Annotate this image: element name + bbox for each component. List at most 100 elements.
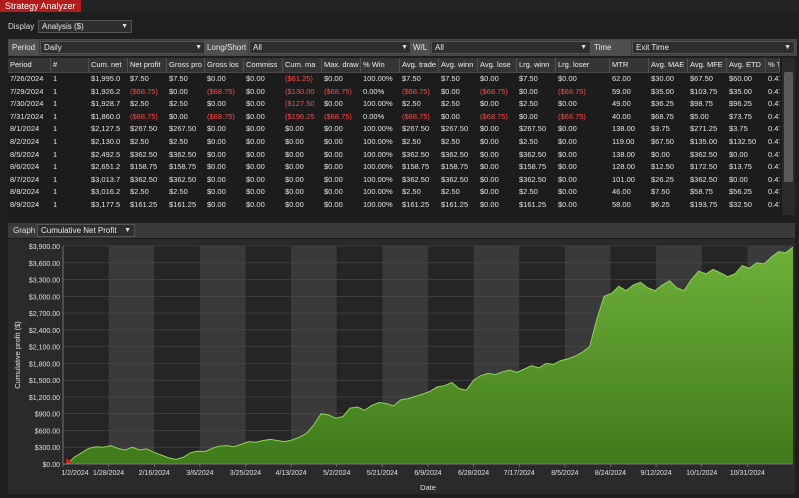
table-cell: $267.50: [441, 124, 469, 134]
table-row[interactable]: 7/31/2024 1 $1,860.0 ($68.75) $0.00 ($68.75) $…: [8, 111, 780, 124]
table-cell: $0.00: [246, 174, 265, 184]
column-header[interactable]: Cum. net: [89, 58, 128, 72]
timebase-select[interactable]: Exit Time ▼: [632, 41, 795, 54]
table-cell: ($68.75): [324, 111, 352, 121]
table-row[interactable]: 8/7/2024 1 $3,013.7 $362.50 $362.50 $0.00 $0.0…: [8, 174, 780, 187]
table-cell: $267.50: [519, 124, 547, 134]
column-header[interactable]: Period: [8, 58, 51, 72]
y-tick-label: $0.00: [42, 462, 60, 469]
column-header[interactable]: Avg. MAE: [649, 58, 688, 72]
table-cell: 100.00%: [363, 137, 393, 146]
column-header[interactable]: Lrg. winn: [517, 58, 556, 72]
column-header[interactable]: Gross pro: [167, 58, 205, 72]
table-row[interactable]: 8/2/2024 1 $2,130.0 $2.50 $2.50 $0.00 $0.00 $0.…: [8, 136, 780, 149]
column-header[interactable]: Avg. lose: [478, 58, 517, 72]
table-cell: $0.00: [480, 124, 499, 134]
table-cell: $0.00: [246, 162, 265, 172]
table-cell: $7.50: [651, 187, 670, 197]
column-header[interactable]: Gross los: [205, 58, 244, 72]
table-row[interactable]: 8/5/2024 1 $2,492.5 $362.50 $362.50 $0.00 $0.0…: [8, 149, 780, 162]
graph-select[interactable]: Cumulative Net Profit ▼: [37, 224, 135, 237]
table-cell: 100.00%: [363, 200, 393, 209]
table-cell: 100.00%: [363, 99, 393, 109]
column-header[interactable]: Avg. trade: [400, 58, 439, 72]
table-cell: $73.75: [729, 111, 752, 121]
table-row[interactable]: 8/9/2024 1 $3,177.5 $161.25 $161.25 $0.00 $0.0…: [8, 199, 780, 212]
table-cell: ($130.00: [285, 86, 315, 96]
table-cell: $362.50: [169, 149, 197, 159]
table-cell: 100.00%: [363, 149, 393, 159]
x-tick-label: 1/2/2024: [61, 470, 88, 477]
longshort-select[interactable]: All ▼: [249, 41, 412, 54]
tab-bar: Strategy Analyzer: [0, 0, 799, 12]
column-header[interactable]: Max. draw: [322, 58, 361, 72]
table-row[interactable]: 8/1/2024 1 $2,127.5 $267.50 $267.50 $0.00 $0.0…: [8, 123, 780, 136]
table-cell: ($61.25): [285, 74, 313, 83]
table-cell: $0.00: [324, 137, 343, 146]
table-cell: $1,860.0: [91, 111, 121, 121]
table-cell: $2.50: [441, 187, 460, 197]
table-cell: $362.50: [169, 174, 197, 184]
wl-select[interactable]: All ▼: [431, 41, 591, 54]
table-row[interactable]: 7/26/2024 1 $1,995.0 $7.50 $7.50 $0.00 $0.00 ($…: [8, 73, 780, 86]
table-cell: ($68.75): [207, 86, 235, 96]
table-cell: 1: [53, 149, 58, 159]
table-cell: $362.50: [519, 174, 547, 184]
table-cell: $0.00: [558, 99, 577, 109]
column-header[interactable]: #: [51, 58, 89, 72]
table-cell: $158.75: [519, 162, 547, 172]
x-tick-label: 8/5/2024: [551, 470, 578, 477]
table-cell: $172.50: [690, 162, 718, 172]
table-cell: $0.00: [480, 200, 499, 209]
chart-container: $0.00 $300.00 $600.00 $900.00 $1,200.00 $1,50…: [8, 239, 795, 494]
x-tick-label: 1/28/2024: [93, 470, 124, 477]
column-header[interactable]: Avg. ETD: [727, 58, 766, 72]
vertical-scrollbar[interactable]: [782, 58, 795, 215]
period-select-value: Daily: [44, 43, 62, 52]
table-cell: $362.50: [441, 149, 469, 159]
table-cell: $0.00: [285, 200, 304, 209]
table-cell: ($68.75): [130, 86, 158, 96]
table-cell: 1: [53, 111, 58, 121]
table-cell: $132.50: [729, 137, 757, 146]
table-cell: $3,177.5: [91, 200, 121, 209]
table-cell: $0.00: [207, 137, 226, 146]
period-label: Period: [9, 40, 39, 55]
table-cell: $56.25: [729, 187, 752, 197]
table-cell: 7/31/2024: [10, 111, 44, 121]
tab-strategy-analyzer[interactable]: Strategy Analyzer: [0, 0, 81, 12]
x-tick-label: 8/24/2024: [595, 470, 626, 477]
table-cell: 128.00: [612, 162, 635, 172]
column-header[interactable]: Avg. MFE: [688, 58, 727, 72]
column-header[interactable]: Cum. ma: [283, 58, 322, 72]
table-cell: $68.75: [651, 111, 674, 121]
filter-bar: Period Daily ▼ Long/Short All ▼ W/L All …: [8, 39, 797, 67]
table-cell: $0.00: [285, 174, 304, 184]
column-header[interactable]: Avg. winn: [439, 58, 478, 72]
column-header[interactable]: Net profit: [128, 58, 167, 72]
table-cell: $0.00: [729, 149, 748, 159]
table-row[interactable]: 8/6/2024 1 $2,651.2 $158.75 $158.75 $0.00 $0.0…: [8, 161, 780, 174]
table-row[interactable]: 7/29/2024 1 $1,926.2 ($68.75) $0.00 ($68.75) $…: [8, 86, 780, 99]
column-header[interactable]: % Win: [361, 58, 400, 72]
period-select[interactable]: Daily ▼: [40, 41, 206, 54]
table-cell: $0.00: [207, 124, 226, 134]
column-header[interactable]: % Trade: [766, 58, 780, 72]
table-row[interactable]: 8/8/2024 1 $3,016.2 $2.50 $2.50 $0.00 $0.00 $0.…: [8, 186, 780, 199]
table-row[interactable]: 7/30/2024 1 $1,928.7 $2.50 $2.50 $0.00 $0.00 ($…: [8, 98, 780, 111]
table-cell: $0.00: [246, 200, 265, 209]
column-header[interactable]: MTR: [610, 58, 649, 72]
table-cell: 59.00: [612, 86, 631, 96]
table-cell: 100.00%: [363, 124, 393, 134]
table-cell: $2.50: [402, 137, 421, 146]
display-select[interactable]: Analysis ($) ▼: [38, 20, 132, 33]
table-cell: $362.50: [690, 149, 718, 159]
column-header[interactable]: Commiss: [244, 58, 283, 72]
column-header[interactable]: Lrg. loser: [556, 58, 610, 72]
chevron-down-icon: ▼: [580, 44, 587, 51]
table-cell: $5.00: [690, 111, 709, 121]
table-cell: $0.00: [729, 174, 748, 184]
x-tick-label: 3/6/2024: [186, 470, 213, 477]
table-cell: $161.25: [519, 200, 547, 209]
scrollbar-thumb[interactable]: [784, 72, 793, 182]
